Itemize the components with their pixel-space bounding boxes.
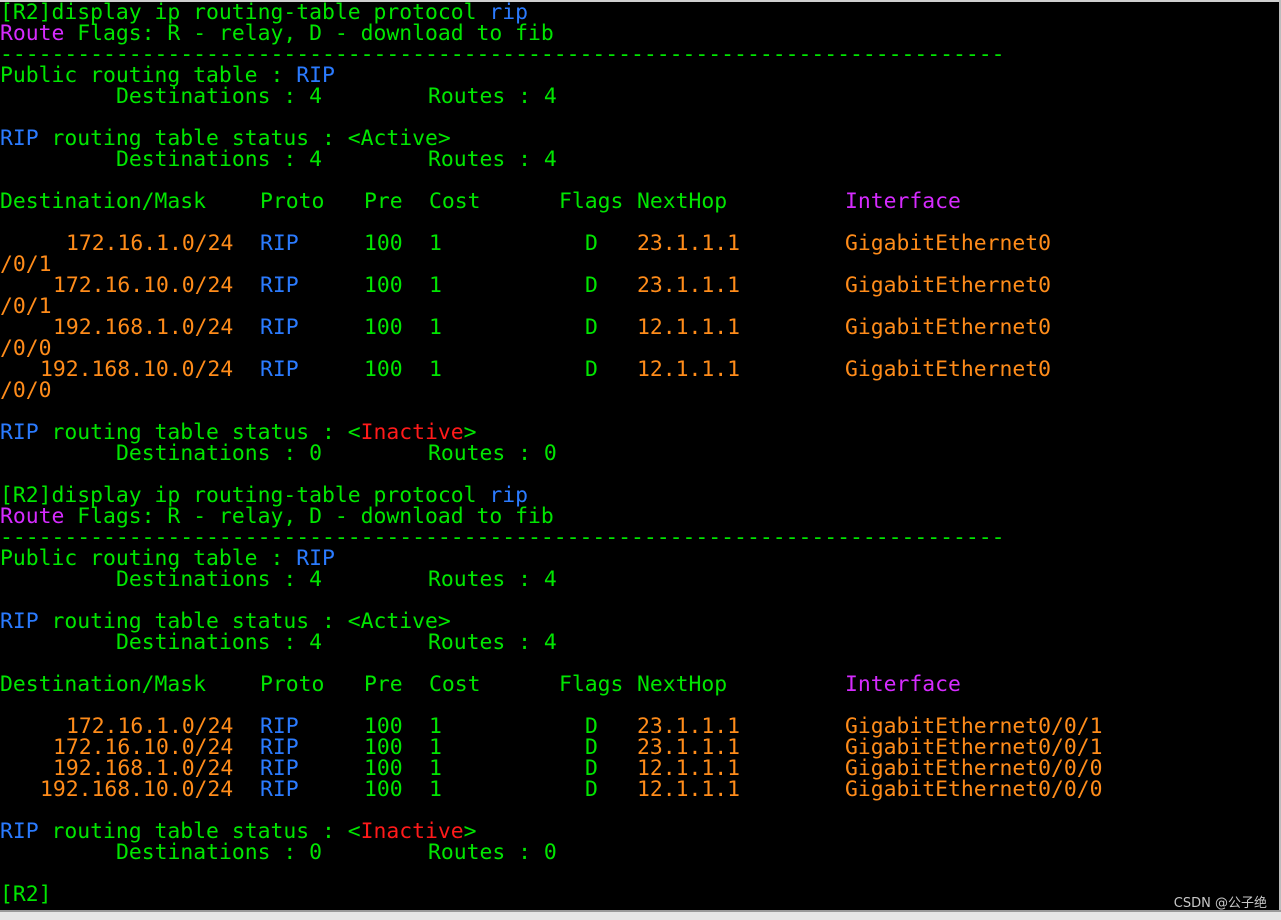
row-nexthop: 12.1.1.1 xyxy=(637,357,741,382)
active-routes-count: Routes : 4 xyxy=(428,630,557,655)
header-flags: Flags xyxy=(559,189,624,214)
header-interface: Interface xyxy=(845,189,961,214)
row-destination: 192.168.10.0/24 xyxy=(40,357,234,382)
table-row: 172.16.10.0/24 RIP 100 1 D 23.1.1.1 Giga… xyxy=(0,737,1103,759)
row-interface: GigabitEthernet0/0/0 xyxy=(845,777,1103,802)
row-cost: 1 xyxy=(429,357,442,382)
inactive-routes-count: Routes : 0 xyxy=(428,441,557,466)
header-cost: Cost xyxy=(429,189,481,214)
window-bottom-border xyxy=(0,910,1281,920)
routes-count: Routes : 4 xyxy=(428,567,557,592)
row-proto: RIP xyxy=(260,315,299,340)
row-proto: RIP xyxy=(260,777,299,802)
row-flags: D xyxy=(585,231,598,256)
header-pre: Pre xyxy=(364,189,403,214)
active-routes-count: Routes : 4 xyxy=(428,147,557,172)
active-destinations-routes-line: Destinations : 4 Routes : 4 xyxy=(0,149,557,171)
inactive-routes-count: Routes : 0 xyxy=(428,840,557,865)
row-cost: 1 xyxy=(429,231,442,256)
row-proto: RIP xyxy=(260,273,299,298)
row-nexthop: 23.1.1.1 xyxy=(637,231,741,256)
destinations-count: Destinations : 4 xyxy=(116,84,323,109)
row-flags: D xyxy=(585,273,598,298)
row-interface-wrap: /0/1 xyxy=(0,252,52,277)
row-destination: 172.16.10.0/24 xyxy=(53,273,234,298)
row-flags: D xyxy=(585,315,598,340)
row-proto: RIP xyxy=(260,231,299,256)
active-destinations-routes-line: Destinations : 4 Routes : 4 xyxy=(0,632,557,654)
inactive-destinations-count: Destinations : 0 xyxy=(116,840,323,865)
row-interface-wrap: /0/1 xyxy=(0,294,52,319)
row-destination: 192.168.10.0/24 xyxy=(40,777,234,802)
row-nexthop: 12.1.1.1 xyxy=(637,315,741,340)
row-interface: GigabitEthernet0 xyxy=(845,357,1052,382)
row-nexthop: 12.1.1.1 xyxy=(637,777,741,802)
row-interface: GigabitEthernet0 xyxy=(845,273,1052,298)
destinations-routes-line: Destinations : 4 Routes : 4 xyxy=(0,86,557,108)
row-cost: 1 xyxy=(429,777,442,802)
header-pre: Pre xyxy=(364,672,403,697)
table-header-row: Destination/Mask Proto Pre Cost Flags Ne… xyxy=(0,191,961,213)
row-pre: 100 xyxy=(364,357,403,382)
row-pre: 100 xyxy=(364,777,403,802)
header-proto: Proto xyxy=(260,189,325,214)
header-nexthop: NextHop xyxy=(637,672,728,697)
active-destinations-count: Destinations : 4 xyxy=(116,147,323,172)
active-proto: RIP xyxy=(0,609,39,634)
inactive-proto: RIP xyxy=(0,420,39,445)
row-nexthop: 23.1.1.1 xyxy=(637,273,741,298)
row-pre: 100 xyxy=(364,231,403,256)
routes-count: Routes : 4 xyxy=(428,84,557,109)
row-interface-wrap: /0/0 xyxy=(0,378,52,403)
header-cost: Cost xyxy=(429,672,481,697)
inactive-proto: RIP xyxy=(0,819,39,844)
inactive-destinations-routes-line: Destinations : 0 Routes : 0 xyxy=(0,842,557,864)
row-flags: D xyxy=(585,357,598,382)
table-row: 172.16.1.0/24 RIP 100 1 D 23.1.1.1 Gigab… xyxy=(0,716,1103,738)
final-prompt[interactable]: [R2] xyxy=(0,884,52,906)
row-flags: D xyxy=(585,777,598,802)
active-destinations-count: Destinations : 4 xyxy=(116,630,323,655)
header-destination-mask: Destination/Mask xyxy=(0,189,207,214)
header-destination-mask: Destination/Mask xyxy=(0,672,207,697)
row-interface: GigabitEthernet0 xyxy=(845,315,1052,340)
destinations-routes-line: Destinations : 4 Routes : 4 xyxy=(0,569,557,591)
table-row: 192.168.10.0/24 RIP 100 1 D 12.1.1.1 Gig… xyxy=(0,779,1103,801)
header-flags: Flags xyxy=(559,672,624,697)
inactive-destinations-routes-line: Destinations : 0 Routes : 0 xyxy=(0,443,557,465)
row-pre: 100 xyxy=(364,273,403,298)
header-proto: Proto xyxy=(260,672,325,697)
active-proto: RIP xyxy=(0,126,39,151)
row-destination: 192.168.1.0/24 xyxy=(53,315,234,340)
table-header-row: Destination/Mask Proto Pre Cost Flags Ne… xyxy=(0,674,961,696)
row-pre: 100 xyxy=(364,315,403,340)
header-interface: Interface xyxy=(845,672,961,697)
row-proto: RIP xyxy=(260,357,299,382)
terminal-window[interactable]: [R2]display ip routing-table protocol ri… xyxy=(0,0,1281,920)
destinations-count: Destinations : 4 xyxy=(116,567,323,592)
inactive-destinations-count: Destinations : 0 xyxy=(116,441,323,466)
row-interface: GigabitEthernet0 xyxy=(845,231,1052,256)
row-destination: 172.16.1.0/24 xyxy=(66,231,234,256)
watermark-text: CSDN @公子绝 xyxy=(1173,896,1267,911)
row-cost: 1 xyxy=(429,273,442,298)
header-nexthop: NextHop xyxy=(637,189,728,214)
row-cost: 1 xyxy=(429,315,442,340)
